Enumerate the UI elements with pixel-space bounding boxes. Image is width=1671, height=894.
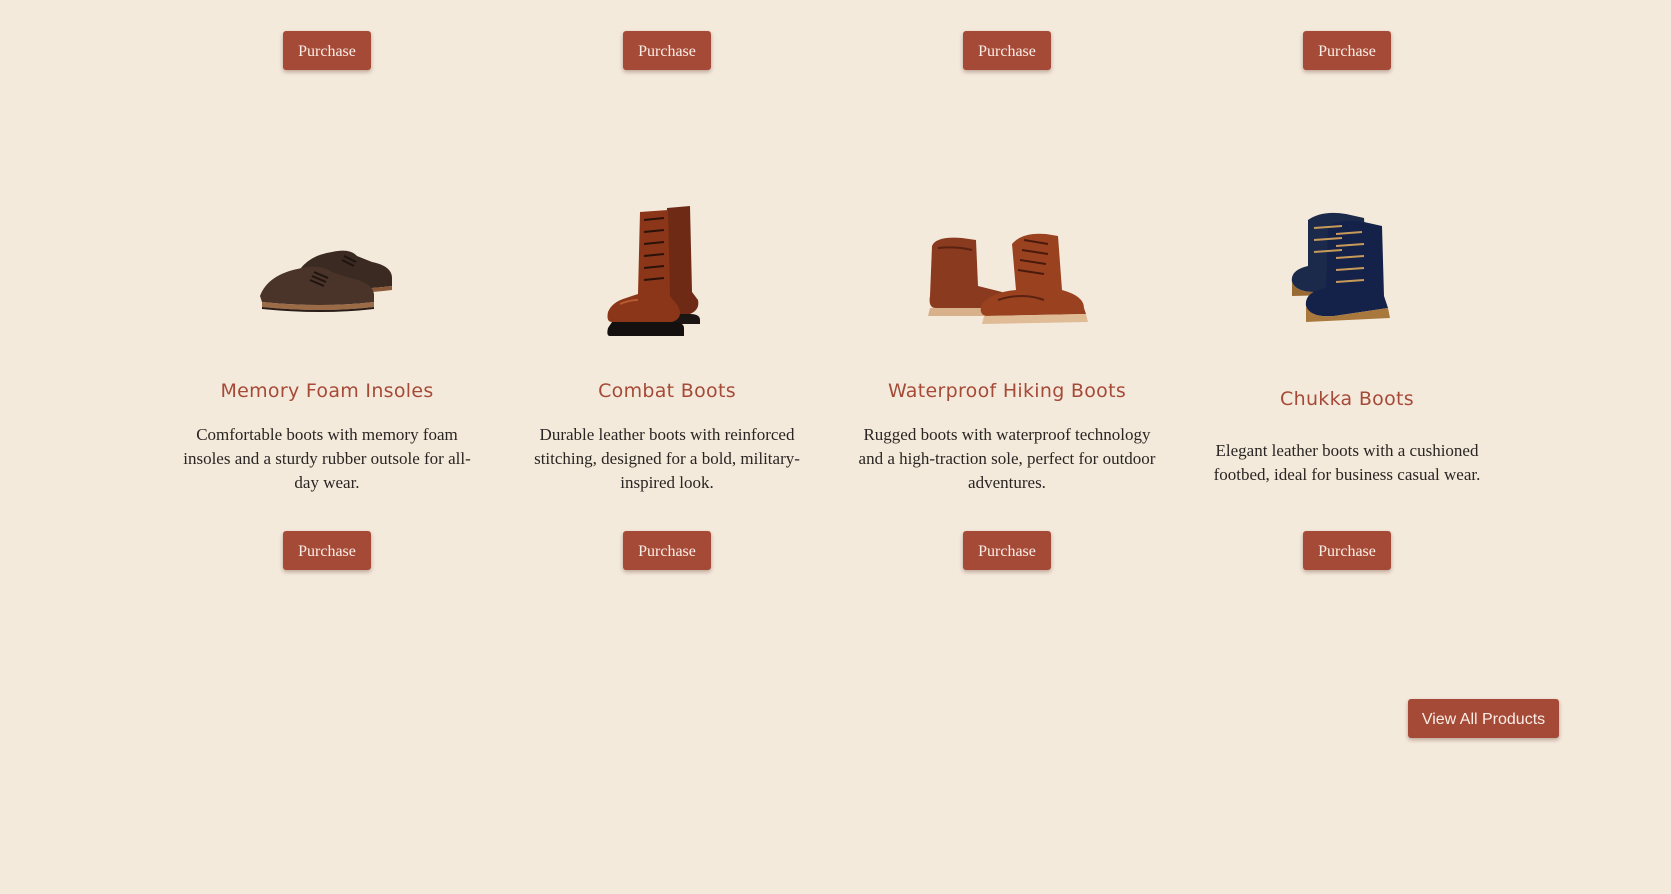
view-all-products-button[interactable]: View All Products	[1408, 699, 1559, 738]
navy-suede-lace-up-boots-icon	[1291, 212, 1390, 322]
brown-leather-combat-boots-icon	[607, 206, 700, 336]
product-description: Comfortable boots with memory foam insol…	[183, 425, 471, 492]
product-image-hiking-boots[interactable]	[912, 196, 1102, 346]
purchase-button[interactable]: Purchase	[623, 531, 711, 570]
product-description: Rugged boots with waterproof technology …	[858, 425, 1156, 492]
brown-suede-brogue-shoes-icon	[260, 250, 392, 312]
product-description: Elegant leather boots with a cushioned f…	[1213, 441, 1481, 484]
purchase-button[interactable]: Purchase	[623, 31, 711, 70]
product-title: Waterproof Hiking Boots	[887, 380, 1127, 402]
purchase-button[interactable]: Purchase	[963, 31, 1051, 70]
product-description: Durable leather boots with reinforced st…	[534, 425, 800, 492]
product-title: Memory Foam Insoles	[220, 380, 434, 402]
purchase-button[interactable]: Purchase	[1303, 31, 1391, 70]
product-image-brogue-shoes[interactable]	[232, 196, 422, 346]
purchase-button[interactable]: Purchase	[283, 531, 371, 570]
product-title: Chukka Boots	[1280, 388, 1414, 410]
purchase-button[interactable]: Purchase	[1303, 531, 1391, 570]
purchase-button[interactable]: Purchase	[963, 531, 1051, 570]
purchase-button[interactable]: Purchase	[283, 31, 371, 70]
product-image-combat-boots[interactable]	[572, 196, 762, 346]
product-image-navy-boots[interactable]	[1252, 196, 1442, 346]
product-title: Combat Boots	[598, 380, 736, 402]
brown-moc-toe-hiking-boots-icon	[928, 233, 1088, 324]
